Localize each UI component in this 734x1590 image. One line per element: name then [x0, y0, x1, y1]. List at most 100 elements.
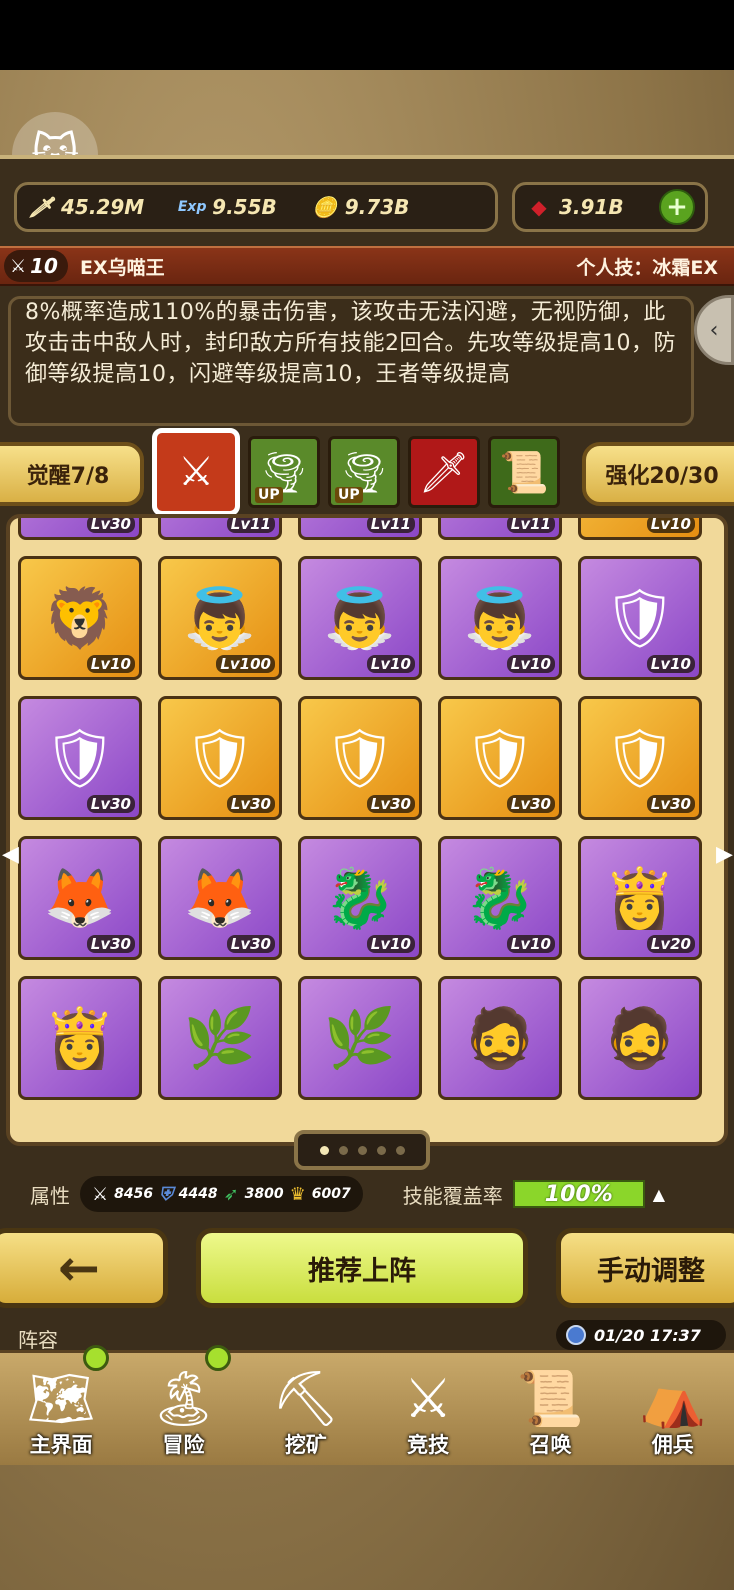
dark-dragon-portrait: 🐉	[323, 863, 397, 932]
hero-card[interactable]: 🛡 Lv30	[18, 696, 142, 820]
enhance-button[interactable]: 强化20/30	[582, 442, 734, 506]
hero-card[interactable]: 🔥Lv11	[298, 518, 422, 540]
attack-stat: 8456	[114, 1186, 154, 1202]
manual-label: 手动调整	[597, 1255, 705, 1287]
nav-item[interactable]: 🗺 主界面	[3, 1345, 119, 1465]
hero-card[interactable]: 🔥Lv10	[578, 518, 702, 540]
resource-bar: 🗡 45.29M Exp 9.55B 🪙 9.73B	[14, 182, 498, 232]
golden-titan-portrait: 🛡	[463, 723, 537, 792]
hero-level-label: Lv10	[86, 655, 135, 673]
hero-card[interactable]: 🌿	[158, 976, 282, 1100]
page-indicator	[294, 1130, 430, 1170]
exp-value: 9.55B	[212, 195, 277, 219]
crossed-swords-icon: ⚔	[178, 449, 214, 495]
manual-adjust-button[interactable]: 手动调整	[556, 1228, 734, 1308]
awaken-button[interactable]: 觉醒7/8	[0, 442, 144, 506]
nav-item[interactable]: ⛏ 挖矿	[248, 1353, 364, 1465]
bottom-nav: 🗺 主界面 🏝 冒险 ⛏ 挖矿 ⚔ 竞技 📜 召唤 ⛺ 佣兵	[0, 1345, 734, 1465]
wing-icon: ➶	[223, 1183, 239, 1205]
back-button[interactable]: ←	[0, 1228, 168, 1308]
hero-card[interactable]: 🔥Lv11	[438, 518, 562, 540]
hero-card[interactable]: 🦊 Lv30	[18, 836, 142, 960]
nav-item[interactable]: 🏝 冒险	[125, 1345, 241, 1465]
next-page-arrow[interactable]: ▶	[716, 842, 733, 870]
expand-up-icon[interactable]: ▲	[653, 1185, 665, 1204]
page-dot[interactable]	[395, 1145, 405, 1155]
gem-value: 3.91B	[559, 195, 624, 219]
awaken-label: 觉醒7/8	[26, 464, 110, 489]
sword-icon: 🗡	[418, 449, 470, 496]
page-dot[interactable]	[338, 1145, 348, 1155]
hero-card[interactable]: 🦊 Lv30	[158, 836, 282, 960]
hero-level-label: Lv30	[86, 935, 135, 953]
hero-card[interactable]: 👼 Lv10	[298, 556, 422, 680]
enhance-label: 强化20/30	[605, 464, 719, 489]
skill-slot[interactable]: 🗡	[408, 436, 480, 508]
nav-label: 竞技	[407, 1433, 450, 1457]
upgrade-badge: UP	[335, 487, 363, 503]
hero-name: EX乌喵王	[79, 256, 165, 279]
shield-icon: ⛨	[159, 1183, 173, 1205]
nav-item[interactable]: ⛺ 佣兵	[615, 1353, 731, 1465]
nav-label: 主界面	[29, 1433, 93, 1457]
nav-item[interactable]: ⚔ 竞技	[370, 1353, 486, 1465]
hero-card[interactable]: 🧔	[578, 976, 702, 1100]
skill-description: 8%概率造成110%的暴击伤害，该攻击无法闪避，无视防御，此攻击击中敌人时，封印…	[25, 300, 676, 387]
hero-grid-area[interactable]: 😈Lv30 😈Lv11 🔥Lv11 🔥Lv11 🔥Lv10 🦁 Lv10 👼 Lv100 👼 Lv1…	[6, 514, 728, 1146]
hero-card[interactable]: 😈Lv30	[18, 518, 142, 540]
hero-card[interactable]: 👸 Lv20	[578, 836, 702, 960]
hero-level-label: Lv11	[366, 518, 415, 533]
hero-card[interactable]: 🐉 Lv10	[438, 836, 562, 960]
back-arrow-icon: ←	[58, 1239, 100, 1297]
golden-titan-portrait: 🛡	[323, 723, 397, 792]
skill-slot-row: ⚔ 🌪 UP 🌪 UP 🗡 📜	[152, 428, 560, 516]
hero-level-label: Lv30	[226, 935, 275, 953]
hero-card[interactable]: 👼 Lv10	[438, 556, 562, 680]
hero-card[interactable]: 🐉 Lv10	[298, 836, 422, 960]
hero-card[interactable]: 👼 Lv100	[158, 556, 282, 680]
coverage-value: 100%	[544, 1181, 613, 1207]
recommend-label: 推荐上阵	[308, 1255, 416, 1287]
notification-dot	[83, 1345, 110, 1371]
hero-card[interactable]: 🌿	[298, 976, 422, 1100]
skill-description-box[interactable]: 8%概率造成110%的暴击伤害，该攻击无法闪避，无视防御，此攻击击中敌人时，封印…	[8, 296, 694, 426]
hero-card[interactable]: 😈Lv11	[158, 518, 282, 540]
hero-level-label: Lv11	[226, 518, 275, 533]
skill-slot[interactable]: ⚔	[152, 428, 240, 516]
hero-card[interactable]: 🧔	[438, 976, 562, 1100]
nav-item[interactable]: 📜 召唤	[492, 1353, 608, 1465]
hero-card[interactable]: 🛡 Lv30	[158, 696, 282, 820]
hero-title-bar: ⚔ 10 EX乌喵王 个人技：冰霜EX	[0, 246, 734, 286]
skill-slot[interactable]: 🌪 UP	[328, 436, 400, 508]
hero-level-label: Lv30	[86, 518, 135, 533]
recommend-deploy-button[interactable]: 推荐上阵	[196, 1228, 528, 1308]
hero-card[interactable]: 🛡 Lv30	[298, 696, 422, 820]
skill-slot[interactable]: 🌪 UP	[248, 436, 320, 508]
swords-icon: ⚔	[403, 1367, 453, 1430]
hero-level-label: Lv30	[226, 795, 275, 813]
hero-card[interactable]: 🛡 Lv30	[438, 696, 562, 820]
hero-card[interactable]: 🛡 Lv10	[578, 556, 702, 680]
star-sword-icon: ⚔	[10, 255, 27, 277]
golden-titan-portrait: 🛡	[603, 583, 677, 652]
skill-slot[interactable]: 📜	[488, 436, 560, 508]
sword-icon: 🗡	[28, 195, 54, 219]
attack-value: 45.29M	[61, 195, 145, 219]
hero-card[interactable]: 🦁 Lv10	[18, 556, 142, 680]
bronze-warrior-portrait: 🧔	[463, 1003, 537, 1072]
page-dot[interactable]	[376, 1145, 386, 1155]
page-dot[interactable]	[357, 1145, 367, 1155]
time-value: 01/20 17:37	[594, 1325, 701, 1345]
page-dot[interactable]	[319, 1145, 329, 1155]
hero-card[interactable]: 👸	[18, 976, 142, 1100]
hero-level-label: Lv30	[366, 795, 415, 813]
hero-level-label: Lv10	[646, 518, 695, 533]
prev-page-arrow[interactable]: ◀	[2, 842, 19, 870]
hero-card[interactable]: 🛡 Lv30	[578, 696, 702, 820]
priestess-portrait: 👸	[603, 863, 677, 932]
priestess-portrait: 👸	[43, 1003, 117, 1072]
nav-label: 挖矿	[284, 1433, 327, 1457]
leaf-boy-portrait: 🌿	[183, 1003, 257, 1072]
add-gem-button[interactable]: +	[659, 189, 695, 225]
gold-value: 9.73B	[344, 195, 410, 219]
